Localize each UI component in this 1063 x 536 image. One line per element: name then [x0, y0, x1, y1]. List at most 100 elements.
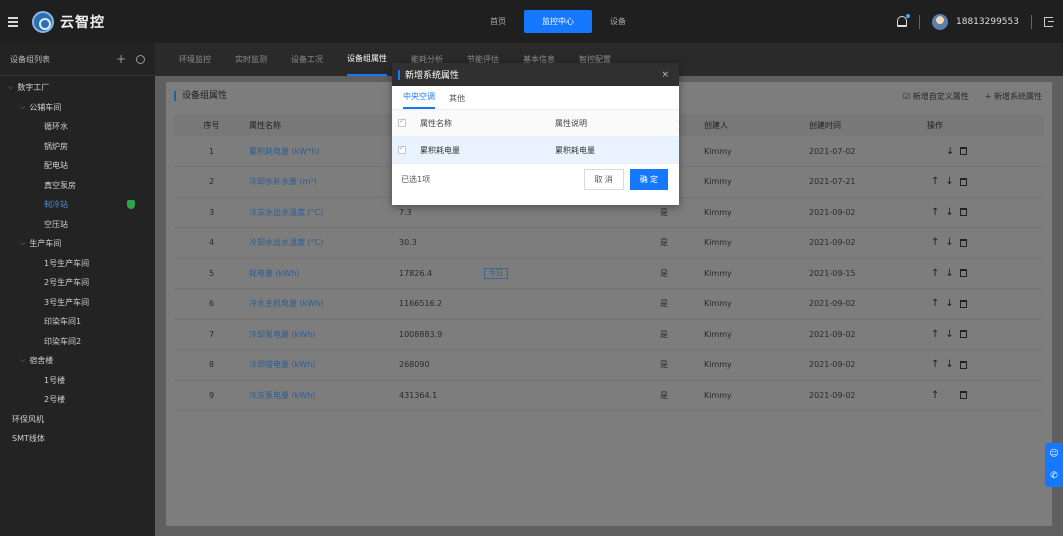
move-up-icon[interactable]: ↑ [931, 298, 939, 309]
trash-icon[interactable] [959, 330, 967, 339]
menu-icon[interactable] [8, 16, 18, 27]
move-up-icon[interactable]: ↑ [931, 237, 939, 248]
sidebar-item[interactable]: ⌵ 宿舍楼 [0, 351, 155, 371]
sidebar-item[interactable]: 印染车间2 [0, 332, 155, 352]
table-row[interactable]: 8 冷却塔电量 (kWh) 268090 是 Kimmy 2021-09-02 ↑ ↓ [174, 349, 1044, 381]
add-system-attr-button[interactable]: + 新增系统属性 [985, 91, 1042, 102]
cell-name[interactable]: 冷却水出水温度 (°C) [249, 227, 399, 259]
sidebar-item[interactable]: 1号楼 [0, 371, 155, 391]
sidebar-item[interactable]: 1号生产车间 [0, 254, 155, 274]
row-actions: ↑ ↓ [927, 268, 1044, 279]
chevron-down-icon[interactable]: ⌵ [20, 239, 25, 248]
chevron-down-icon[interactable]: ⌵ [20, 356, 25, 365]
close-icon[interactable]: × [661, 70, 669, 80]
trash-icon[interactable] [960, 391, 968, 400]
move-down-icon[interactable]: ↓ [945, 329, 953, 340]
chevron-down-icon[interactable]: ⌵ [20, 103, 25, 112]
cell-name[interactable]: 冷冻泵电量 (kWh) [249, 380, 399, 411]
logout-icon[interactable] [1044, 16, 1054, 27]
trash-icon[interactable] [959, 299, 967, 308]
phone-icon[interactable]: ✆ [1050, 471, 1058, 481]
table-row[interactable]: 5 耗电量 (kWh) 17826.4 今日是 Kimmy 2021-09-15 ↑ ↓ [174, 258, 1044, 289]
cancel-button[interactable]: 取 消 [583, 168, 624, 190]
table-row[interactable]: 9 冷冻泵电量 (kWh) 431364.1 是 Kimmy 2021-09-02 ↑ [174, 380, 1044, 411]
tab-item[interactable]: 设备组属性 [347, 43, 387, 76]
move-down-icon[interactable]: ↓ [945, 207, 953, 218]
table-row[interactable]: 4 冷却水出水温度 (°C) 30.3 是 Kimmy 2021-09-02 ↑ ↓ [174, 227, 1044, 259]
cell-name[interactable]: 冷却水补水量 (m³) [249, 166, 399, 198]
bell-icon[interactable] [897, 14, 910, 27]
tab-other[interactable]: 其他 [449, 93, 465, 109]
move-down-icon[interactable]: ↓ [945, 268, 953, 279]
trash-icon[interactable] [959, 208, 967, 217]
move-down-icon[interactable]: ↓ [946, 146, 954, 157]
cell-time: 2021-07-02 [809, 136, 927, 167]
cell-name[interactable]: 累积耗电量 (kW*h) [249, 136, 399, 167]
row-checkbox[interactable] [398, 144, 406, 154]
tab-item[interactable]: 设备工况 [291, 43, 323, 76]
sidebar-item[interactable]: 真空泵房 [0, 176, 155, 196]
sidebar-item[interactable]: 循环水 [0, 117, 155, 137]
sidebar-item[interactable]: ⌵ 数字工厂 [0, 78, 155, 98]
chevron-down-icon[interactable]: ⌵ [8, 83, 13, 92]
nav-monitor-center[interactable]: 监控中心 [524, 10, 592, 33]
trash-icon[interactable] [959, 177, 967, 186]
sidebar-item[interactable]: 2号生产车间 [0, 273, 155, 293]
trash-icon[interactable] [959, 360, 967, 369]
sidebar-item[interactable]: SMT线体 [0, 429, 155, 449]
sidebar-item[interactable]: 配电站 [0, 156, 155, 176]
add-system-attr-dialog: 新增系统属性 × 中央空调 其他 属性名称 属性说明 累积耗电量 累积耗电量 已… [392, 63, 679, 205]
move-up-icon[interactable]: ↑ [931, 359, 939, 370]
dialog-table-row[interactable]: 累积耗电量 累积耗电量 [392, 137, 679, 164]
cell-name[interactable]: 冷水主机电量 (kWh) [249, 288, 399, 320]
move-up-icon[interactable]: ↑ [931, 329, 939, 340]
sidebar-item[interactable]: 印染车间1 [0, 312, 155, 332]
cell-idx: 1 [174, 136, 249, 167]
cell-name[interactable]: 冷却塔电量 (kWh) [249, 349, 399, 381]
trash-icon[interactable] [959, 238, 967, 247]
cell-user: Kimmy [704, 197, 809, 228]
chat-icon[interactable]: ☺ [1049, 449, 1058, 459]
sidebar-item[interactable]: ⌵ 公辅车间 [0, 98, 155, 118]
select-all-checkbox[interactable] [398, 117, 406, 127]
nav-devices[interactable]: 设备 [592, 10, 644, 33]
divider [1031, 14, 1032, 29]
move-down-icon[interactable]: ↓ [945, 298, 953, 309]
tab-item[interactable]: 实时监测 [235, 43, 267, 76]
tab-item[interactable]: 环境监控 [179, 43, 211, 76]
tab-central-ac[interactable]: 中央空调 [403, 91, 435, 109]
sidebar-item[interactable]: 环保风机 [0, 410, 155, 430]
sidebar-item[interactable]: 空压站 [0, 215, 155, 235]
move-up-icon[interactable]: ↑ [931, 207, 939, 218]
move-down-icon[interactable]: ↓ [945, 176, 953, 187]
cell-idx: 4 [174, 227, 249, 259]
avatar[interactable] [932, 13, 948, 30]
nav-home[interactable]: 首页 [472, 10, 524, 33]
cell-name[interactable]: 冷却泵电量 (kWh) [249, 319, 399, 350]
move-down-icon[interactable]: ↓ [945, 359, 953, 370]
cell-name[interactable]: 耗电量 (kWh) [249, 258, 399, 289]
move-up-icon[interactable]: ↑ [931, 390, 939, 401]
user-phone[interactable]: 18813299553 [956, 17, 1019, 27]
add-group-icon[interactable]: + [116, 52, 126, 66]
move-up-icon[interactable]: ↑ [931, 268, 939, 279]
history-icon[interactable] [136, 54, 145, 64]
table-row[interactable]: 6 冷水主机电量 (kWh) 1166516.2 是 Kimmy 2021-09-02 ↑ ↓ [174, 288, 1044, 320]
sidebar-item[interactable]: 3号生产车间 [0, 293, 155, 313]
trash-icon[interactable] [959, 269, 967, 278]
sidebar-item[interactable]: 2号楼 [0, 390, 155, 410]
trash-icon[interactable] [960, 147, 968, 155]
confirm-button[interactable]: 确 定 [629, 168, 668, 190]
move-up-icon[interactable]: ↑ [931, 176, 939, 187]
cell-name[interactable]: 冷冻水出水温度 (°C) [249, 197, 399, 228]
table-row[interactable]: 7 冷却泵电量 (kWh) 1008883.9 是 Kimmy 2021-09-02 ↑ ↓ [174, 319, 1044, 350]
cell-value: 431364.1 [399, 380, 484, 411]
sidebar-item[interactable]: ⌵ 生产车间 [0, 234, 155, 254]
add-custom-attr-button[interactable]: ☑ 新增自定义属性 [903, 91, 969, 102]
notification-dot [906, 14, 910, 18]
sidebar-item-label: SMT线体 [12, 434, 45, 444]
move-down-icon[interactable]: ↓ [945, 237, 953, 248]
cell-user: Kimmy [704, 288, 809, 320]
sidebar-item[interactable]: 锅炉房 [0, 137, 155, 157]
sidebar-item[interactable]: 制冷站 [0, 195, 155, 215]
